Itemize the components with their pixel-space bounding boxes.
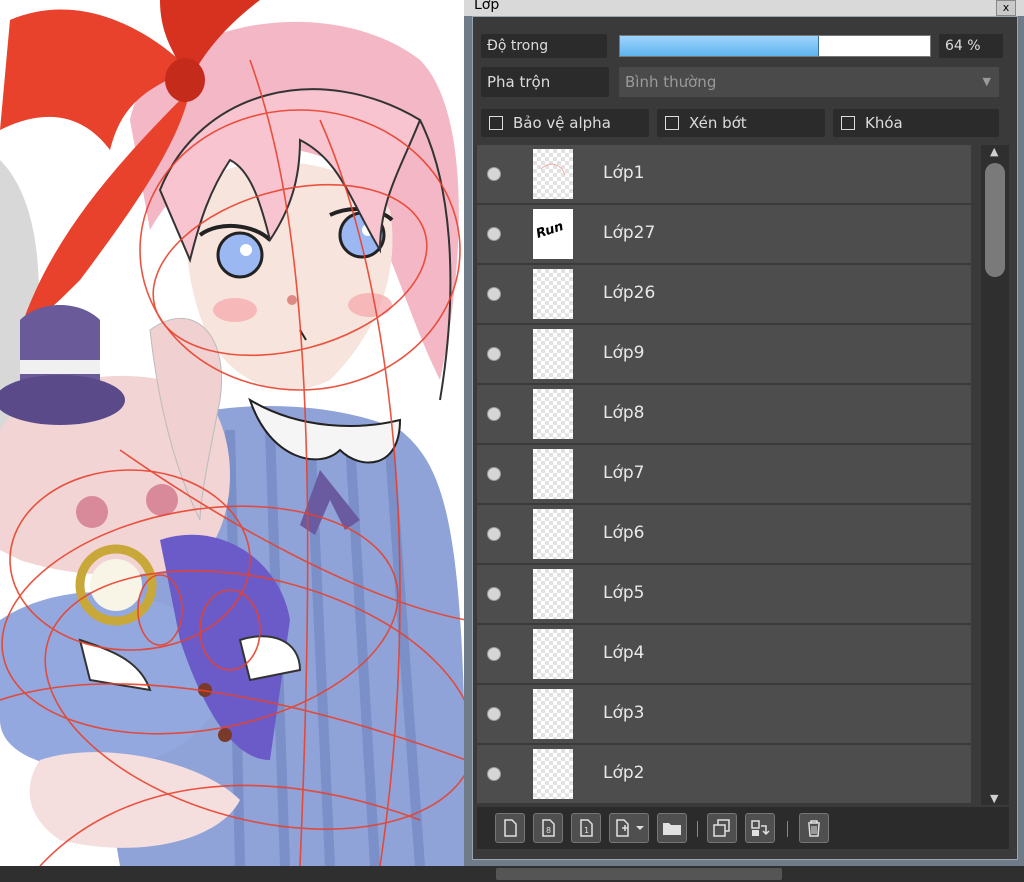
canvas-scroll-thumb[interactable]: [496, 868, 782, 880]
layer-list: Lớp1 Run Lớp27 Lớp26 Lớp9 Lớp8 Lớp7 Lớp6…: [477, 145, 975, 805]
drawing-canvas[interactable]: [0, 0, 466, 866]
toolbar-separator: [787, 821, 788, 837]
duplicate-layer-button[interactable]: [707, 813, 737, 843]
layer-row[interactable]: Run Lớp27: [477, 205, 971, 265]
layer-name: Lớp6: [603, 523, 645, 543]
layer-list-scrollbar[interactable]: ▲ ▼: [981, 145, 1009, 805]
opacity-slider[interactable]: [619, 35, 931, 57]
thumbnail-text: Run: [534, 219, 566, 242]
visibility-toggle-icon[interactable]: [487, 227, 501, 241]
panel-title: Lớp: [474, 0, 500, 13]
layer-list-scroll-thumb[interactable]: [985, 163, 1005, 277]
layer-toolbar: 8 1: [477, 807, 1009, 849]
add-special-layer-icon: [616, 819, 644, 837]
layer-name: Lớp5: [603, 583, 645, 603]
scroll-down-arrow-icon[interactable]: ▼: [990, 792, 998, 805]
lock-checkbox[interactable]: Khóa: [833, 109, 999, 137]
layer-name: Lớp1: [603, 163, 645, 183]
svg-text:8: 8: [546, 826, 551, 835]
layer-name: Lớp4: [603, 643, 645, 663]
layer-row[interactable]: Lớp1: [477, 145, 971, 205]
layer-thumbnail: [533, 509, 573, 559]
blend-label: Pha trộn: [481, 67, 609, 97]
layer-row[interactable]: Lớp6: [477, 505, 971, 565]
layer-row[interactable]: Lớp5: [477, 565, 971, 625]
visibility-toggle-icon[interactable]: [487, 467, 501, 481]
blend-mode-select[interactable]: Bình thường ▼: [619, 67, 999, 97]
duplicate-layer-icon: [713, 819, 730, 837]
checkbox-label: Khóa: [865, 114, 903, 132]
layer-thumbnail: [533, 629, 573, 679]
visibility-toggle-icon[interactable]: [487, 587, 501, 601]
layer-1bit-icon: 1: [580, 819, 593, 837]
layer-row[interactable]: Lớp2: [477, 745, 971, 805]
layer-name: Lớp9: [603, 343, 645, 363]
layer-thumbnail: Run: [533, 209, 573, 259]
clipping-checkbox[interactable]: Xén bớt: [657, 109, 825, 137]
layer-name: Lớp7: [603, 463, 645, 483]
opacity-value[interactable]: 64 %: [939, 34, 1003, 58]
checkbox-box[interactable]: [841, 116, 855, 130]
layer-name: Lớp26: [603, 283, 656, 303]
new-1bit-layer-button[interactable]: 1: [571, 813, 601, 843]
layer-name: Lớp8: [603, 403, 645, 423]
trash-icon: [808, 820, 820, 837]
layer-8bit-icon: 8: [542, 819, 555, 837]
layer-thumbnail: [533, 749, 573, 799]
visibility-toggle-icon[interactable]: [487, 407, 501, 421]
visibility-toggle-icon[interactable]: [487, 707, 501, 721]
visibility-toggle-icon[interactable]: [487, 767, 501, 781]
opacity-label: Độ trong: [481, 34, 607, 58]
folder-icon: [663, 823, 681, 835]
layer-thumbnail: [533, 329, 573, 379]
new-layer-icon: [504, 819, 517, 837]
layer-row[interactable]: Lớp7: [477, 445, 971, 505]
new-8bit-layer-button[interactable]: 8: [533, 813, 563, 843]
checkbox-label: Bảo vệ alpha: [513, 114, 611, 132]
opacity-slider-fill: [620, 36, 820, 56]
visibility-toggle-icon[interactable]: [487, 347, 501, 361]
faint-sketch-icon: [540, 163, 566, 176]
visibility-toggle-icon[interactable]: [487, 527, 501, 541]
layer-row[interactable]: Lớp3: [477, 685, 971, 745]
layer-name: Lớp2: [603, 763, 645, 783]
svg-text:1: 1: [584, 826, 589, 835]
chevron-down-icon: ▼: [982, 75, 991, 88]
delete-layer-button[interactable]: [799, 813, 829, 843]
layer-row[interactable]: Lớp9: [477, 325, 971, 385]
visibility-toggle-icon[interactable]: [487, 647, 501, 661]
merge-down-button[interactable]: [745, 813, 775, 843]
layer-panel: Lớp x Độ trong 64 % Pha trộn Bình thường…: [464, 0, 1024, 866]
layer-thumbnail: [533, 389, 573, 439]
merge-down-icon: [751, 820, 770, 836]
add-special-layer-button[interactable]: [609, 813, 649, 843]
blend-mode-value: Bình thường: [625, 73, 717, 91]
canvas-horizontal-scrollbar[interactable]: [0, 866, 1024, 882]
protect-alpha-checkbox[interactable]: Bảo vệ alpha: [481, 109, 649, 137]
layer-thumbnail: [533, 689, 573, 739]
layer-thumbnail: [533, 269, 573, 319]
panel-title-bar[interactable]: Lớp x: [464, 0, 1024, 16]
visibility-toggle-icon[interactable]: [487, 167, 501, 181]
layer-row[interactable]: Lớp26: [477, 265, 971, 325]
layer-thumbnail: [533, 569, 573, 619]
scroll-up-arrow-icon[interactable]: ▲: [990, 145, 998, 158]
layer-name: Lớp27: [603, 223, 656, 243]
layer-thumbnail: [533, 449, 573, 499]
close-button[interactable]: x: [996, 0, 1016, 16]
checkbox-label: Xén bớt: [689, 114, 747, 132]
layer-thumbnail: [533, 149, 573, 199]
toolbar-separator: [697, 821, 698, 837]
checkbox-box[interactable]: [665, 116, 679, 130]
layer-row[interactable]: Lớp4: [477, 625, 971, 685]
visibility-toggle-icon[interactable]: [487, 287, 501, 301]
checkbox-box[interactable]: [489, 116, 503, 130]
anime-girl-illustration: [0, 0, 466, 866]
panel-body: Độ trong 64 % Pha trộn Bình thường ▼ Bảo…: [472, 16, 1018, 860]
layer-row[interactable]: Lớp8: [477, 385, 971, 445]
new-folder-button[interactable]: [657, 813, 687, 843]
layer-name: Lớp3: [603, 703, 645, 723]
new-layer-button[interactable]: [495, 813, 525, 843]
